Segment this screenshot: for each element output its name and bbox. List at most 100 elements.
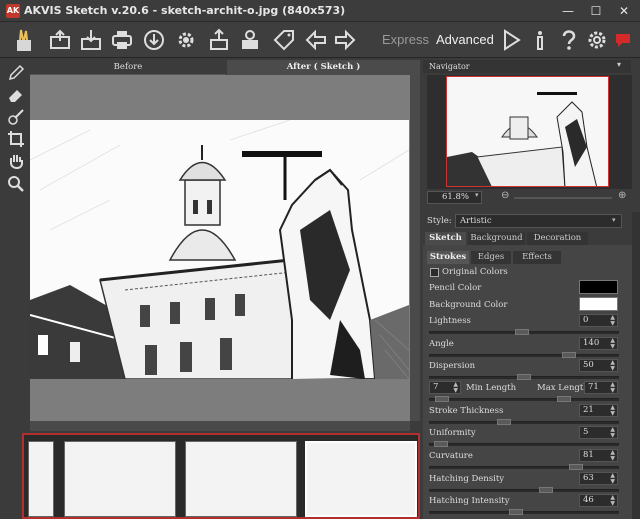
run-icon[interactable] [499,28,523,52]
original-colors-label: Original Colors [442,267,508,277]
preferences-icon[interactable] [585,28,609,52]
hatching-intensity-label: Hatching Intensity [429,496,510,506]
style-select[interactable]: Artistic [455,214,622,228]
pencil-icon[interactable] [7,64,25,82]
crop-icon[interactable] [7,130,25,148]
subtab-effects[interactable]: Effects [513,251,561,264]
uniformity-value: 5 [583,427,589,437]
tab-background[interactable]: Background [468,232,525,245]
info-icon[interactable] [528,28,552,52]
print-icon[interactable] [110,28,134,52]
lightness-spinner[interactable]: 0 ▲ ▼ [579,314,618,327]
hatching-density-spinner[interactable]: 63 ▲ ▼ [579,472,618,485]
history-brush-icon[interactable] [7,108,25,126]
window-title: AKVIS Sketch v.20.6 - sketch-archit-o.jp… [24,4,346,17]
max-length-label: Max Length [537,383,589,393]
curvature-slider[interactable] [429,464,619,470]
hand-icon[interactable] [7,153,25,171]
angle-spinner[interactable]: 140 ▲ ▼ [579,337,618,350]
pencil-color-label: Pencil Color [429,283,482,293]
min-length-value: 7 [433,382,439,392]
tab-after-sketch[interactable]: After ( Sketch ) [227,60,420,75]
express-mode-button[interactable]: Express [382,32,429,47]
batch-icon[interactable] [207,28,231,52]
vertical-scrollbar[interactable] [410,75,420,421]
navigator-header: Navigator [423,60,631,73]
style-label: Style: [427,216,452,226]
subtab-edges[interactable]: Edges [471,251,511,264]
dispersion-spinner[interactable]: 50 ▲ ▼ [579,359,618,372]
original-colors-checkbox[interactable] [430,268,439,277]
undo-arrow-icon[interactable] [304,28,328,52]
angle-value: 140 [583,338,600,348]
tag-icon[interactable] [272,28,296,52]
settings-gear-icon[interactable] [174,28,198,52]
zoom-in-icon[interactable]: ⊕ [618,190,626,201]
length-range-slider[interactable] [429,396,619,402]
preset-thumb[interactable] [28,441,54,517]
uniformity-slider[interactable] [429,441,619,447]
sketch-image[interactable] [30,120,409,379]
zoom-icon[interactable] [7,175,25,193]
help-icon[interactable] [557,28,581,52]
share-icon[interactable] [142,28,166,52]
panel-scrollbar[interactable] [632,212,640,519]
stroke-thickness-spinner[interactable]: 21 ▲ ▼ [579,404,618,417]
maximize-button[interactable]: ☐ [582,2,610,20]
tab-before[interactable]: Before [30,60,226,75]
save-file-icon[interactable] [79,28,103,52]
hatching-intensity-spinner[interactable]: 46 ▲ ▼ [579,494,618,507]
plugin-icon[interactable] [238,28,262,52]
zoom-dropdown-icon[interactable]: ▾ [475,191,479,199]
zoom-out-icon[interactable]: ⊖ [501,190,509,201]
max-length-value: 71 [588,382,599,392]
preset-thumb[interactable] [64,441,176,517]
subtab-strokes[interactable]: Strokes [427,251,469,264]
title-bar: AK AKVIS Sketch v.20.6 - sketch-archit-o… [0,0,640,22]
dispersion-slider[interactable] [429,374,619,380]
stroke-thickness-label: Stroke Thickness [429,406,504,416]
tab-sketch[interactable]: Sketch [425,232,466,245]
curvature-label: Curvature [429,451,473,461]
dispersion-value: 50 [583,360,594,370]
dispersion-label: Dispersion [429,361,476,371]
lightness-slider[interactable] [429,329,619,335]
curvature-value: 81 [583,450,594,460]
hatching-density-value: 63 [583,473,594,483]
chevron-down-icon[interactable]: ▾ [612,216,616,224]
zoom-level[interactable]: 61.8% [427,191,482,204]
preset-thumb[interactable] [185,441,297,517]
main-toolbar: Express Advanced [0,22,640,58]
pencil-color-swatch[interactable] [579,280,618,294]
minimize-button[interactable]: — [554,2,582,20]
tab-decoration[interactable]: Decoration [527,232,588,245]
stroke-thickness-slider[interactable] [429,419,619,425]
preset-thumb-selected[interactable] [305,441,417,517]
hatching-density-slider[interactable] [429,487,619,493]
curvature-spinner[interactable]: 81 ▲ ▼ [579,449,618,462]
stroke-thickness-value: 21 [583,405,594,415]
hatching-intensity-slider[interactable] [429,509,619,515]
eraser-icon[interactable] [7,86,25,104]
app-logo-icon: AK [6,4,20,18]
horizontal-scrollbar[interactable] [30,421,410,431]
uniformity-spinner[interactable]: 5 ▲ ▼ [579,426,618,439]
angle-label: Angle [429,339,454,349]
lightness-label: Lightness [429,316,471,326]
close-button[interactable]: ✕ [610,2,638,20]
zoom-slider[interactable] [514,197,612,199]
min-length-spinner[interactable]: 7 ▲ ▼ [429,381,461,394]
max-length-spinner[interactable]: 71 ▲ ▼ [584,381,618,394]
navigator-preview[interactable] [446,76,609,187]
hatching-density-label: Hatching Density [429,474,505,484]
notification-icon[interactable] [613,28,637,52]
background-color-swatch[interactable] [579,297,618,311]
advanced-mode-button[interactable]: Advanced [436,32,494,47]
chevron-down-icon[interactable]: ▾ [617,60,621,69]
min-length-label: Min Length [466,383,517,393]
brush-logo-icon [12,28,36,52]
angle-slider[interactable] [429,352,619,358]
open-file-icon[interactable] [48,28,72,52]
redo-arrow-icon[interactable] [333,28,357,52]
hatching-intensity-value: 46 [583,495,594,505]
